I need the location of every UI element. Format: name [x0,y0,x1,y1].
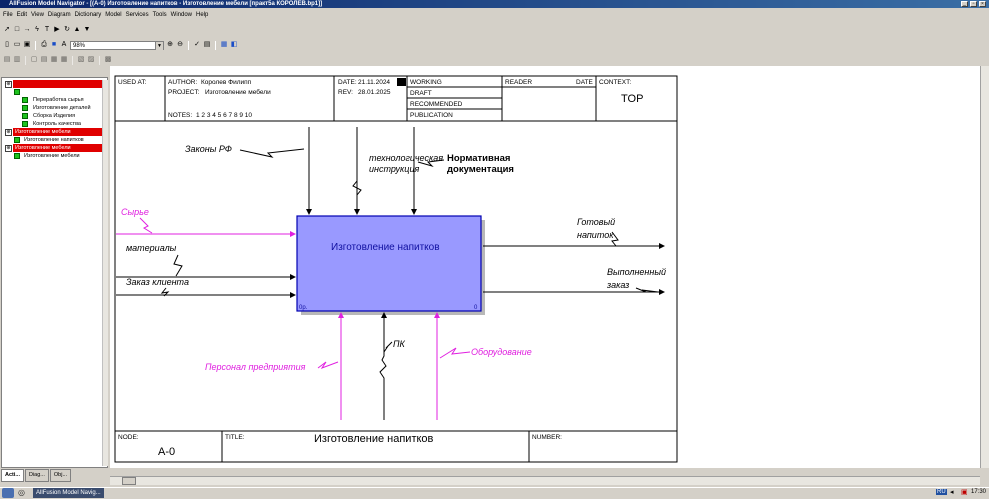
date-label: DATE: [338,79,357,86]
squiggle-equipment [439,347,471,359]
output-label-order-2: заказ [606,280,629,290]
status-recommended: RECOMMENDED [410,101,463,108]
number-label: NUMBER: [532,434,562,441]
reader-label: READER [505,79,532,86]
idef0-diagram: USED AT: AUTHOR: Королев Филипп PROJECT:… [114,75,678,463]
squiggle-staff [317,361,339,370]
status-publication: PUBLICATION [410,112,453,119]
rev-value: 28.01.2025 [358,89,391,96]
notes-label: NOTES: [168,112,192,119]
notes-value: 1 2 3 4 5 6 7 8 9 10 [196,112,252,119]
title-label: TITLE: [225,434,245,441]
project-value: Изготовление мебели [205,88,271,96]
author-label: AUTHOR: [168,79,197,86]
control-label-regulations-2: документация [447,164,514,175]
squiggle-order-out [635,287,659,293]
status-working: WORKING [410,79,442,86]
task-view-icon[interactable]: ◎ [18,488,30,498]
date-value: 21.11.2024 [358,79,390,86]
input-label-materials: материалы [126,243,177,253]
author-value: Королев Филипп [201,79,252,86]
activity-label: Изготовление напитков [331,242,440,253]
status-draft: DRAFT [410,90,432,97]
squiggle-pc [383,341,393,353]
control-label-instruction-2: инструкция [369,164,419,174]
used-at-label: USED AT: [118,79,147,86]
taskbar [0,487,989,499]
start-button-icon[interactable] [2,488,14,498]
footer-title: Изготовление напитков [314,433,434,445]
output-label-order-1: Выполненный [607,267,666,277]
node-label: NODE: [118,434,139,441]
control-label-laws: Законы РФ [185,144,232,154]
taskbar-app-button[interactable]: AllFusion Model Navig... [33,488,104,498]
mechanism-label-equipment: Оборудование [471,347,532,357]
node-value: A-0 [158,446,175,458]
control-label-regulations-1: Нормативная [447,153,510,164]
reader-date-label: DATE [576,79,594,86]
mechanism-label-pc: ПК [393,339,406,349]
activity-cost: 0р. [299,305,308,311]
input-label-raw: Сырье [121,207,149,217]
tray-arrow-icon[interactable]: ◂ [950,488,954,496]
tray-security-icon[interactable]: ▣ [961,488,968,496]
context-label: CONTEXT: [599,79,631,86]
context-value: TOP [621,93,643,105]
language-indicator[interactable]: RU [936,489,947,495]
input-label-order: Заказ клиента [126,277,189,287]
output-label-drink-1: Готовый [577,217,615,227]
output-label-drink-2: напиток [577,230,614,240]
clock: 17:30 [971,489,987,495]
mechanism-label-staff: Персонал предприятия [205,362,306,372]
rev-label: REV: [338,89,353,96]
squiggle-laws [239,148,305,158]
mechanism-arrow-pc[interactable] [379,312,387,420]
working-status-marker [397,78,406,86]
squiggle-materials [173,254,183,277]
project-label: PROJECT: [168,89,200,96]
activity-box[interactable] [296,215,482,312]
squiggle-raw [139,217,153,234]
